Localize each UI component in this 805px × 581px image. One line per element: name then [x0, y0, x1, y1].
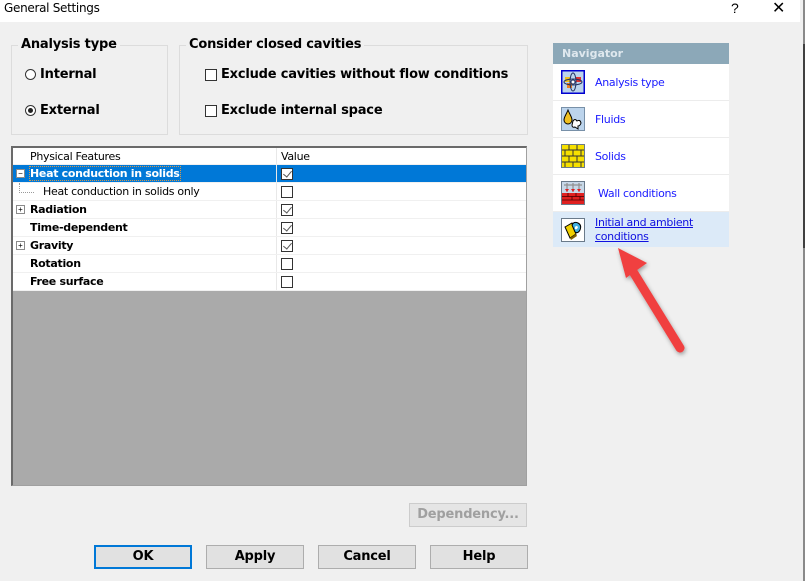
dependency-button[interactable]: Dependency... — [409, 503, 527, 527]
nav-item-solids[interactable]: Solids — [553, 138, 729, 175]
nav-item-wall-conditions[interactable]: Wall conditions — [553, 175, 729, 212]
feature-value-cell — [277, 201, 526, 218]
physical-features-grid[interactable]: Physical Features Value − Heat conduction… — [11, 146, 527, 486]
solids-icon — [561, 144, 585, 168]
grid-row[interactable]: Free surface — [13, 273, 526, 291]
exclude-cavities-label: Exclude cavities without flow conditions — [221, 67, 509, 82]
grid-row[interactable]: Rotation — [13, 255, 526, 273]
header-physical-features[interactable]: Physical Features — [13, 148, 277, 164]
exclude-cavities-checkbox[interactable]: Exclude cavities without flow conditions — [205, 67, 508, 82]
feature-label: Heat conduction in solids — [29, 166, 181, 181]
feature-value-checkbox[interactable] — [281, 239, 293, 252]
feature-value-cell — [277, 255, 526, 272]
feature-value-cell — [277, 273, 526, 290]
feature-name-cell[interactable]: Heat conduction in solids only — [13, 183, 277, 200]
feature-label: Radiation — [30, 203, 87, 216]
closed-cavities-group: Consider closed cavities Exclude cavitie… — [179, 37, 528, 135]
radio-external-label: External — [40, 103, 100, 118]
tree-connector-line — [19, 183, 34, 193]
radio-external-control[interactable] — [25, 105, 36, 116]
exclude-cavities-box[interactable] — [205, 68, 217, 81]
fluids-icon — [561, 107, 585, 131]
help-icon[interactable]: ? — [731, 0, 739, 16]
feature-value-cell — [277, 183, 526, 200]
radio-internal-label: Internal — [40, 67, 97, 82]
feature-name-cell[interactable]: Free surface — [13, 273, 277, 290]
nav-label-analysis-type: Analysis type — [595, 75, 665, 89]
grid-row[interactable]: Heat conduction in solids only — [13, 183, 526, 201]
feature-value-checkbox[interactable] — [281, 257, 293, 270]
apply-button[interactable]: Apply — [206, 545, 304, 569]
header-value[interactable]: Value — [277, 148, 526, 164]
close-icon[interactable]: ✕ — [772, 0, 785, 18]
feature-name-cell[interactable]: Time-dependent — [13, 219, 277, 236]
radio-external[interactable]: External — [25, 103, 100, 118]
title-bar: General Settings ? ✕ — [0, 0, 800, 22]
nav-label-fluids: Fluids — [595, 112, 626, 126]
grid-row[interactable]: − Heat conduction in solids — [13, 165, 526, 183]
feature-value-checkbox[interactable] — [281, 275, 293, 288]
arrow-shaft — [627, 265, 685, 353]
expand-icon[interactable]: + — [16, 205, 25, 214]
wall-conditions-icon — [561, 181, 585, 205]
feature-name-cell[interactable]: − Heat conduction in solids — [13, 165, 277, 182]
ok-button[interactable]: OK — [94, 545, 192, 569]
closed-cavities-legend: Consider closed cavities — [186, 37, 365, 52]
feature-value-cell — [277, 237, 526, 254]
feature-label: Time-dependent — [30, 221, 128, 234]
exclude-internal-space-label: Exclude internal space — [221, 103, 383, 118]
feature-name-cell[interactable]: Rotation — [13, 255, 277, 272]
grid-row[interactable]: + Radiation — [13, 201, 526, 219]
collapse-icon[interactable]: − — [16, 169, 25, 178]
initial-ambient-icon — [561, 217, 585, 242]
cancel-button[interactable]: Cancel — [318, 545, 416, 569]
feature-value-checkbox[interactable] — [281, 167, 293, 180]
analysis-type-legend: Analysis type — [18, 37, 120, 52]
nav-item-fluids[interactable]: Fluids — [553, 101, 729, 138]
navigator-panel: Navigator Analysis type Fluids Solids Wa… — [553, 43, 729, 247]
feature-value-checkbox[interactable] — [281, 185, 293, 198]
feature-value-cell — [277, 219, 526, 236]
feature-value-checkbox[interactable] — [281, 221, 293, 234]
feature-value-cell — [277, 165, 526, 182]
feature-name-cell[interactable]: + Radiation — [13, 201, 277, 218]
exclude-internal-space-checkbox[interactable]: Exclude internal space — [205, 103, 383, 118]
grid-row[interactable]: Time-dependent — [13, 219, 526, 237]
feature-label: Gravity — [30, 239, 74, 252]
grid-header: Physical Features Value — [13, 148, 526, 165]
analysis-type-group: Analysis type Internal External — [11, 37, 168, 135]
analysis-type-icon — [561, 70, 585, 94]
nav-label-wall-conditions: Wall conditions — [598, 186, 677, 200]
grid-row[interactable]: + Gravity — [13, 237, 526, 255]
grid-rows: − Heat conduction in solids Heat conductio… — [13, 165, 526, 291]
feature-label: Heat conduction in solids only — [43, 185, 200, 198]
feature-value-checkbox[interactable] — [281, 203, 293, 216]
navigator-header: Navigator — [553, 43, 729, 64]
nav-item-analysis-type[interactable]: Analysis type — [553, 64, 729, 101]
feature-label: Free surface — [30, 275, 104, 288]
feature-label: Rotation — [30, 257, 81, 270]
window-title: General Settings — [4, 1, 100, 15]
expand-icon[interactable]: + — [16, 241, 25, 250]
help-button[interactable]: Help — [430, 545, 528, 569]
radio-internal-control[interactable] — [25, 69, 36, 80]
annotation-arrow — [618, 248, 685, 353]
feature-name-cell[interactable]: + Gravity — [13, 237, 277, 254]
exclude-internal-space-box[interactable] — [205, 104, 217, 117]
radio-internal[interactable]: Internal — [25, 67, 97, 82]
nav-label-solids: Solids — [595, 149, 626, 163]
